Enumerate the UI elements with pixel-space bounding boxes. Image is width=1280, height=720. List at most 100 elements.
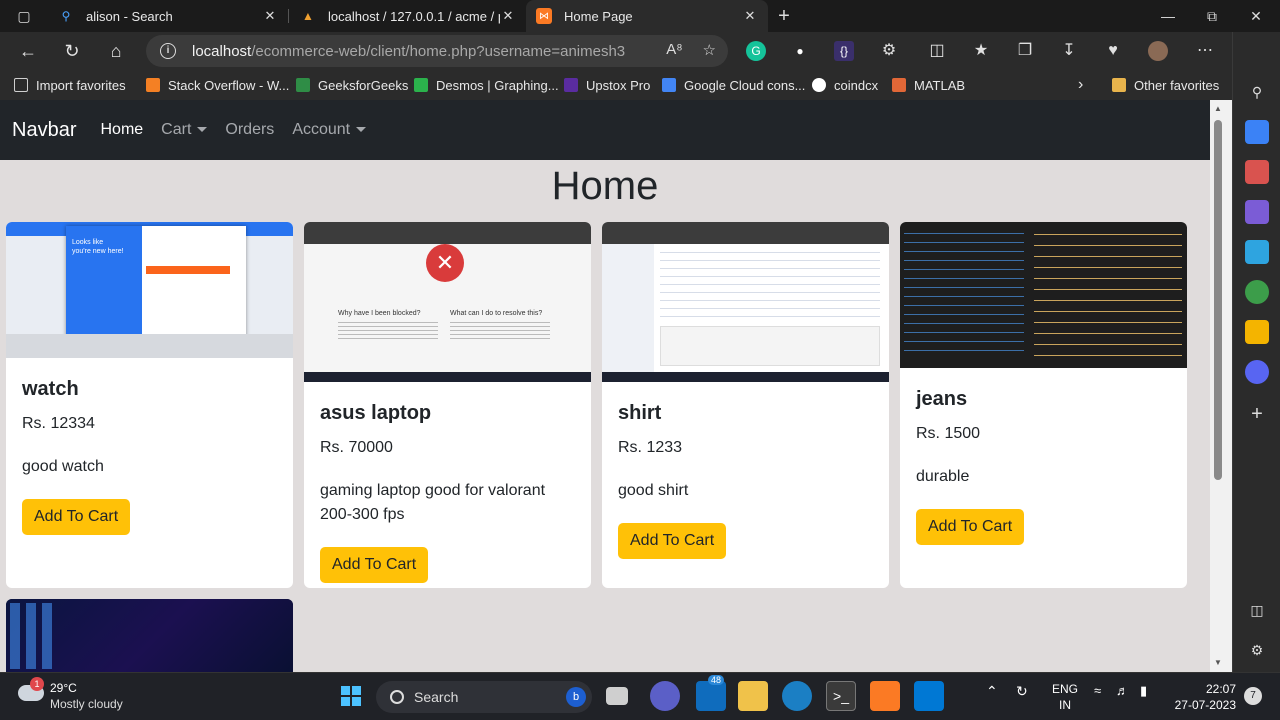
tools-icon[interactable] — [1245, 160, 1269, 184]
task-view-icon[interactable] — [606, 687, 628, 705]
search-icon[interactable]: ⚲ — [1245, 80, 1269, 104]
window-close-icon[interactable]: ✕ — [1244, 4, 1268, 28]
split-screen-icon[interactable]: ◫ — [926, 40, 948, 62]
bookmark-coindcx[interactable]: coindcx — [812, 76, 878, 94]
back-icon[interactable]: ← — [14, 38, 42, 64]
info-icon[interactable]: i — [160, 43, 176, 59]
mail-icon[interactable]: 48 — [696, 675, 726, 711]
bookmark-import-favorites[interactable]: Import favorites — [14, 76, 126, 94]
bookmark-desmos[interactable]: Desmos | Graphing... — [414, 76, 559, 94]
product-name: asus laptop — [320, 402, 432, 424]
extension-search-icon[interactable]: ● — [790, 41, 810, 61]
scroll-up-icon[interactable]: ▲ — [1213, 104, 1223, 113]
product-price: Rs. 12334 — [22, 415, 95, 432]
favorite-star-icon[interactable]: ☆ — [703, 41, 716, 59]
sidebar-toggle-icon[interactable]: ◫ — [1245, 598, 1269, 622]
scroll-down-icon[interactable]: ▼ — [1213, 658, 1223, 667]
chevron-right-icon[interactable]: › — [1078, 76, 1083, 94]
site-navbar: Navbar Home Cart Orders Account — [0, 100, 1210, 160]
home-icon[interactable]: ⌂ — [102, 38, 130, 64]
read-aloud-icon[interactable]: A⁸ — [666, 41, 682, 59]
bookmark-label: Stack Overflow - W... — [168, 77, 290, 93]
favorites-icon[interactable]: ★ — [970, 40, 992, 62]
battery-icon[interactable]: ▮ — [1140, 683, 1147, 699]
games-icon[interactable] — [1245, 280, 1269, 304]
extension-brackets-icon[interactable]: {} — [834, 41, 854, 61]
navbar-brand[interactable]: Navbar — [12, 119, 76, 142]
tab-actions-icon[interactable]: ▢ — [12, 4, 36, 28]
restore-icon[interactable]: ⧉ — [1200, 4, 1224, 28]
more-menu-icon[interactable]: ⋯ — [1194, 40, 1216, 62]
profile-avatar[interactable] — [1148, 41, 1168, 61]
office-icon[interactable] — [1245, 200, 1269, 224]
refresh-icon[interactable]: ↻ — [58, 38, 86, 64]
sync-icon[interactable]: ↻ — [1016, 683, 1028, 700]
discord-icon[interactable] — [1245, 360, 1269, 384]
xampp-icon[interactable] — [870, 681, 900, 711]
language-indicator[interactable]: ENG IN — [1052, 681, 1078, 713]
tab-search[interactable]: ⚲ alison - Search ✕ — [48, 0, 288, 32]
scroll-thumb[interactable] — [1214, 120, 1222, 480]
notification-badge[interactable]: 7 — [1244, 687, 1262, 705]
tab-phpmyadmin[interactable]: ▲ localhost / 127.0.0.1 / acme / pro ✕ — [290, 0, 526, 32]
nav-cart[interactable]: Cart — [161, 121, 208, 139]
add-icon[interactable]: + — [1245, 402, 1269, 426]
add-to-cart-button[interactable]: Add To Cart — [320, 547, 429, 583]
shopping-icon[interactable] — [1245, 120, 1269, 144]
chevron-up-icon[interactable]: ⌃ — [986, 683, 998, 700]
tab-home-page[interactable]: ⋈ Home Page ✕ — [526, 0, 768, 32]
bookmark-upstox[interactable]: Upstox Pro — [564, 76, 650, 94]
close-icon[interactable]: ✕ — [262, 8, 278, 24]
page-title: Home — [551, 164, 659, 208]
google-drive-icon[interactable] — [1245, 320, 1269, 344]
bookmark-matlab[interactable]: MATLAB — [892, 76, 965, 94]
minimize-icon[interactable]: — — [1156, 4, 1180, 28]
terminal-icon[interactable]: >_ — [826, 681, 856, 711]
teams-icon[interactable] — [650, 681, 680, 711]
taskbar-search-label: Search — [414, 689, 459, 705]
collections-icon[interactable]: ❐ — [1014, 40, 1036, 62]
product-card-watch: Looks like you're new here! watch Rs. 12… — [6, 222, 293, 588]
address-bar: ← ↻ ⌂ i localhost /ecommerce-web/client/… — [0, 32, 1280, 70]
new-tab-icon[interactable]: + — [772, 4, 796, 28]
close-icon[interactable]: ✕ — [500, 8, 516, 24]
grammarly-icon[interactable]: G — [746, 41, 766, 61]
file-explorer-icon[interactable] — [738, 681, 768, 711]
phpmyadmin-icon: ▲ — [302, 9, 314, 23]
product-image: Looks like you're new here! — [6, 222, 293, 358]
telegram-icon[interactable] — [1245, 240, 1269, 264]
language-code: ENG — [1052, 682, 1079, 696]
nav-home[interactable]: Home — [100, 121, 143, 139]
performance-icon[interactable]: ♥ — [1102, 40, 1124, 62]
wifi-icon[interactable]: ≈ — [1094, 683, 1101, 698]
url-input[interactable]: i localhost /ecommerce-web/client/home.p… — [146, 35, 728, 67]
taskbar-search[interactable]: Search b — [376, 681, 592, 713]
taskbar: 1 29°C Mostly cloudy Search b 48 >_ ⌃ ↻ … — [0, 672, 1280, 720]
start-icon[interactable] — [336, 681, 366, 711]
weather-badge: 1 — [30, 677, 44, 691]
nav-account[interactable]: Account — [292, 121, 367, 139]
volume-icon[interactable]: ♬ — [1116, 683, 1129, 698]
extensions-icon[interactable]: ⚙ — [878, 40, 900, 62]
bookmark-google-cloud[interactable]: Google Cloud cons... — [662, 76, 805, 94]
add-to-cart-button[interactable]: Add To Cart — [916, 509, 1025, 545]
close-icon[interactable]: ✕ — [742, 8, 758, 24]
vscode-icon[interactable] — [914, 681, 944, 711]
add-to-cart-button[interactable]: Add To Cart — [618, 523, 727, 559]
bookmark-other-favorites[interactable]: Other favorites — [1112, 76, 1219, 94]
bookmark-label: Google Cloud cons... — [684, 77, 806, 93]
google-cloud-icon — [662, 78, 676, 92]
page-scrollbar[interactable]: ▲ ▼ — [1210, 100, 1232, 672]
downloads-icon[interactable]: ↧ — [1058, 40, 1080, 62]
clock-time: 22:07 — [1205, 682, 1236, 696]
bookmark-stack-overflow[interactable]: Stack Overflow - W... — [146, 76, 289, 94]
edge-sidebar: ⚲ + ◫ ⚙ — [1232, 32, 1280, 672]
product-name: watch — [22, 378, 79, 400]
clock[interactable]: 22:07 27-07-2023 — [1172, 681, 1236, 713]
matlab-icon — [892, 78, 906, 92]
edge-icon[interactable] — [782, 681, 812, 711]
bookmark-geeksforgeeks[interactable]: GeeksforGeeks — [296, 76, 408, 94]
nav-orders[interactable]: Orders — [225, 121, 274, 139]
add-to-cart-button[interactable]: Add To Cart — [22, 499, 131, 535]
settings-icon[interactable]: ⚙ — [1245, 638, 1269, 662]
